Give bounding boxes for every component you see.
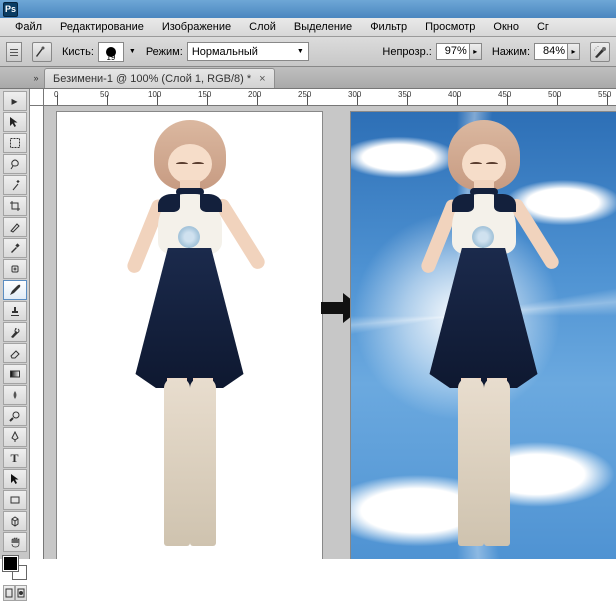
gradient-tool[interactable] <box>3 364 27 384</box>
menu-file[interactable]: Файл <box>6 18 51 37</box>
color-swatches[interactable] <box>3 556 27 580</box>
chevron-down-icon: ▼ <box>297 48 304 55</box>
ruler-tick: 0 <box>54 90 58 99</box>
opacity-group: Непрозр.: 97% ▸ <box>382 43 481 60</box>
ruler-tick: 350 <box>398 90 411 99</box>
character-illustration <box>414 120 554 550</box>
ruler-origin[interactable] <box>30 89 44 106</box>
lasso-tool[interactable] <box>3 154 27 174</box>
opacity-flyout[interactable]: ▸ <box>470 43 482 60</box>
flow-input[interactable]: 84% <box>534 43 568 60</box>
menu-layer[interactable]: Слой <box>240 18 285 37</box>
brush-tool[interactable] <box>3 280 27 300</box>
healing-tool[interactable] <box>3 259 27 279</box>
flow-label: Нажим: <box>492 46 530 58</box>
artwork-before <box>57 112 322 559</box>
mode-value: Нормальный <box>192 46 258 58</box>
title-bar: Ps <box>0 0 616 18</box>
quickmask-mode-icon[interactable] <box>15 585 27 601</box>
document-tab-title: Безимени-1 @ 100% (Слой 1, RGB/8) * <box>53 73 251 85</box>
path-select-tool[interactable] <box>3 469 27 489</box>
tool-preset-picker[interactable] <box>32 42 52 62</box>
3d-tool[interactable] <box>3 511 27 531</box>
vertical-ruler <box>30 106 44 559</box>
ruler-tick: 100 <box>148 90 161 99</box>
stamp-tool[interactable] <box>3 301 27 321</box>
wand-tool[interactable] <box>3 175 27 195</box>
shape-tool[interactable] <box>3 490 27 510</box>
opacity-input[interactable]: 97% <box>436 43 470 60</box>
canvas-panel: 0 50 100 150 200 250 300 350 400 450 500… <box>30 89 616 559</box>
ruler-tick: 450 <box>498 90 511 99</box>
eraser-tool[interactable] <box>3 343 27 363</box>
foreground-color-swatch[interactable] <box>3 556 18 571</box>
brush-label: Кисть: <box>62 46 94 58</box>
marquee-tool[interactable] <box>3 133 27 153</box>
blend-mode-group: Режим: Нормальный ▼ <box>146 42 309 61</box>
airbrush-toggle[interactable] <box>590 42 610 62</box>
dodge-tool[interactable] <box>3 406 27 426</box>
slice-tool[interactable] <box>3 217 27 237</box>
ruler-tick: 500 <box>548 90 561 99</box>
menu-view[interactable]: Просмотр <box>416 18 484 37</box>
ruler-tick: 400 <box>448 90 461 99</box>
brush-size-value: 19 <box>106 53 115 62</box>
ruler-tick: 50 <box>100 90 109 99</box>
brush-preset-picker[interactable]: 19 <box>98 42 124 62</box>
ruler-tick: 200 <box>248 90 261 99</box>
pen-tool[interactable] <box>3 427 27 447</box>
blur-tool[interactable] <box>3 385 27 405</box>
horizontal-ruler: 0 50 100 150 200 250 300 350 400 450 500… <box>30 89 616 106</box>
menu-help[interactable]: Сг <box>528 18 558 37</box>
document-tab[interactable]: Безимени-1 @ 100% (Слой 1, RGB/8) * × <box>44 68 275 88</box>
app-logo: Ps <box>3 2 18 17</box>
menu-filter[interactable]: Фильтр <box>361 18 416 37</box>
menu-image[interactable]: Изображение <box>153 18 240 37</box>
type-tool[interactable]: T <box>3 448 27 468</box>
chevron-down-icon[interactable]: ▼ <box>129 48 136 55</box>
tool-corner-icon[interactable]: ▸ <box>3 91 27 111</box>
standard-mode-icon[interactable] <box>3 585 15 601</box>
tab-collapse-icon[interactable]: » <box>30 68 42 88</box>
hand-tool[interactable] <box>3 532 27 552</box>
flow-flyout[interactable]: ▸ <box>568 43 580 60</box>
artwork-after <box>351 112 616 559</box>
flow-group: Нажим: 84% ▸ <box>492 43 580 60</box>
blend-mode-select[interactable]: Нормальный ▼ <box>187 42 309 61</box>
document-tab-bar: » Безимени-1 @ 100% (Слой 1, RGB/8) * × <box>0 67 616 89</box>
ruler-tick: 300 <box>348 90 361 99</box>
ruler-tick: 250 <box>298 90 311 99</box>
eyedropper-tool[interactable] <box>3 238 27 258</box>
menu-select[interactable]: Выделение <box>285 18 361 37</box>
menu-bar: Файл Редактирование Изображение Слой Выд… <box>0 18 616 37</box>
brush-picker-group: Кисть: 19 ▼ <box>62 42 136 62</box>
mode-label: Режим: <box>146 46 183 58</box>
ruler-tick: 550 <box>598 90 611 99</box>
options-bar: Кисть: 19 ▼ Режим: Нормальный ▼ Непрозр.… <box>0 37 616 67</box>
work-area: ▸ T <box>0 89 616 559</box>
canvas[interactable] <box>44 106 616 559</box>
character-illustration <box>120 120 260 550</box>
menu-edit[interactable]: Редактирование <box>51 18 153 37</box>
opacity-label: Непрозр.: <box>382 46 431 58</box>
menu-window[interactable]: Окно <box>484 18 528 37</box>
close-icon[interactable]: × <box>259 73 265 85</box>
move-tool[interactable] <box>3 112 27 132</box>
history-brush-tool[interactable] <box>3 322 27 342</box>
ruler-tick: 150 <box>198 90 211 99</box>
tools-panel: ▸ T <box>0 89 30 559</box>
crop-tool[interactable] <box>3 196 27 216</box>
options-handle[interactable] <box>6 42 22 62</box>
